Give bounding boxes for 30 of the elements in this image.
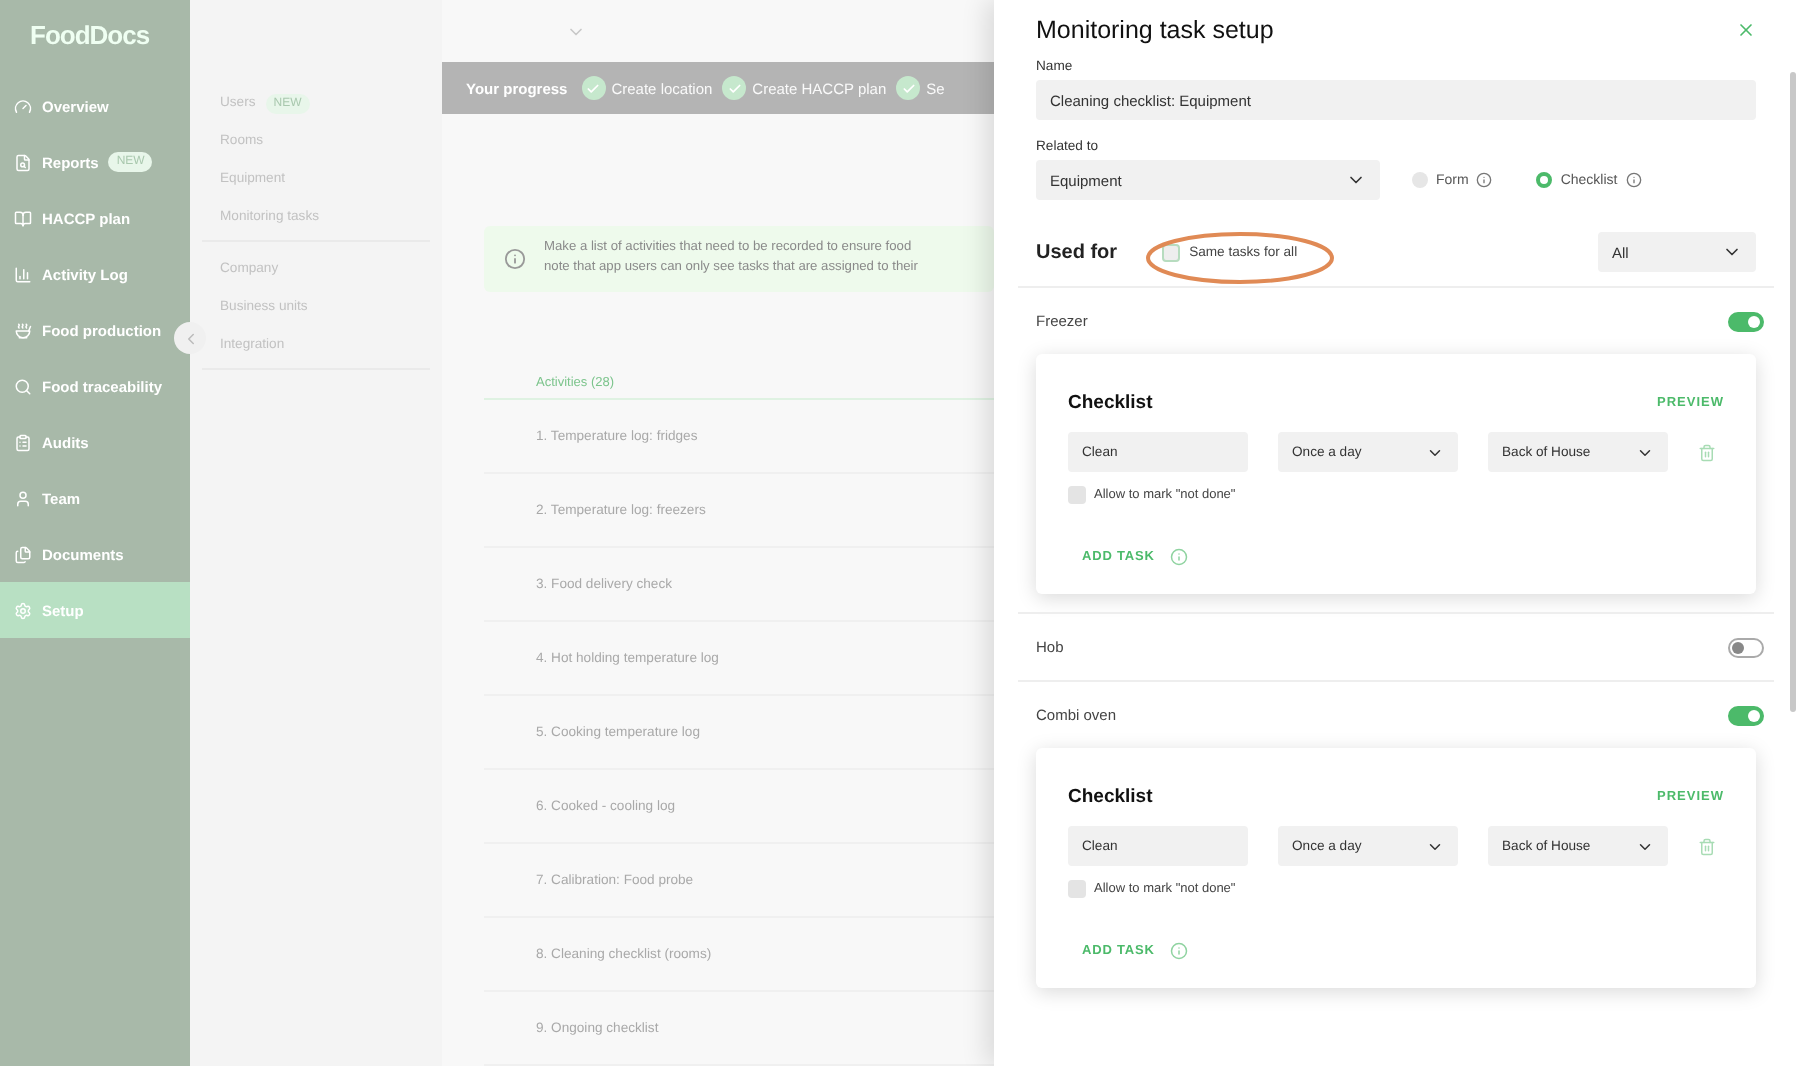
close-icon[interactable] (1736, 20, 1756, 40)
info-icon (1170, 548, 1189, 566)
info-icon (1625, 172, 1642, 188)
bar-chart-icon (14, 265, 32, 283)
checkbox[interactable] (1068, 880, 1086, 898)
checklist-title: Checklist (1068, 786, 1153, 808)
user-icon (14, 489, 32, 507)
report-icon (14, 153, 32, 171)
toggle-switch[interactable] (1728, 637, 1764, 657)
book-icon (14, 209, 32, 227)
logo: FoodDocs (28, 18, 152, 54)
checkbox[interactable] (1068, 486, 1086, 504)
bowl-icon (14, 321, 32, 339)
collapse-button[interactable] (174, 322, 206, 354)
toggle-switch[interactable] (1728, 705, 1764, 725)
drawer-title: Monitoring task setup (1036, 16, 1274, 44)
radio-button[interactable] (1412, 172, 1428, 188)
info-icon (1476, 172, 1493, 188)
documents-icon (14, 545, 32, 563)
info-icon (504, 247, 526, 270)
trash-icon[interactable] (1698, 443, 1716, 461)
radio-button[interactable] (1536, 172, 1553, 188)
section-title: Used for (1036, 241, 1118, 263)
clipboard-icon (14, 433, 32, 451)
toggle-switch[interactable] (1728, 311, 1764, 331)
info-icon (1170, 942, 1189, 960)
settings-icon (14, 601, 32, 619)
search-icon (14, 377, 32, 395)
trash-icon[interactable] (1698, 837, 1716, 855)
gauge-icon (14, 97, 32, 115)
